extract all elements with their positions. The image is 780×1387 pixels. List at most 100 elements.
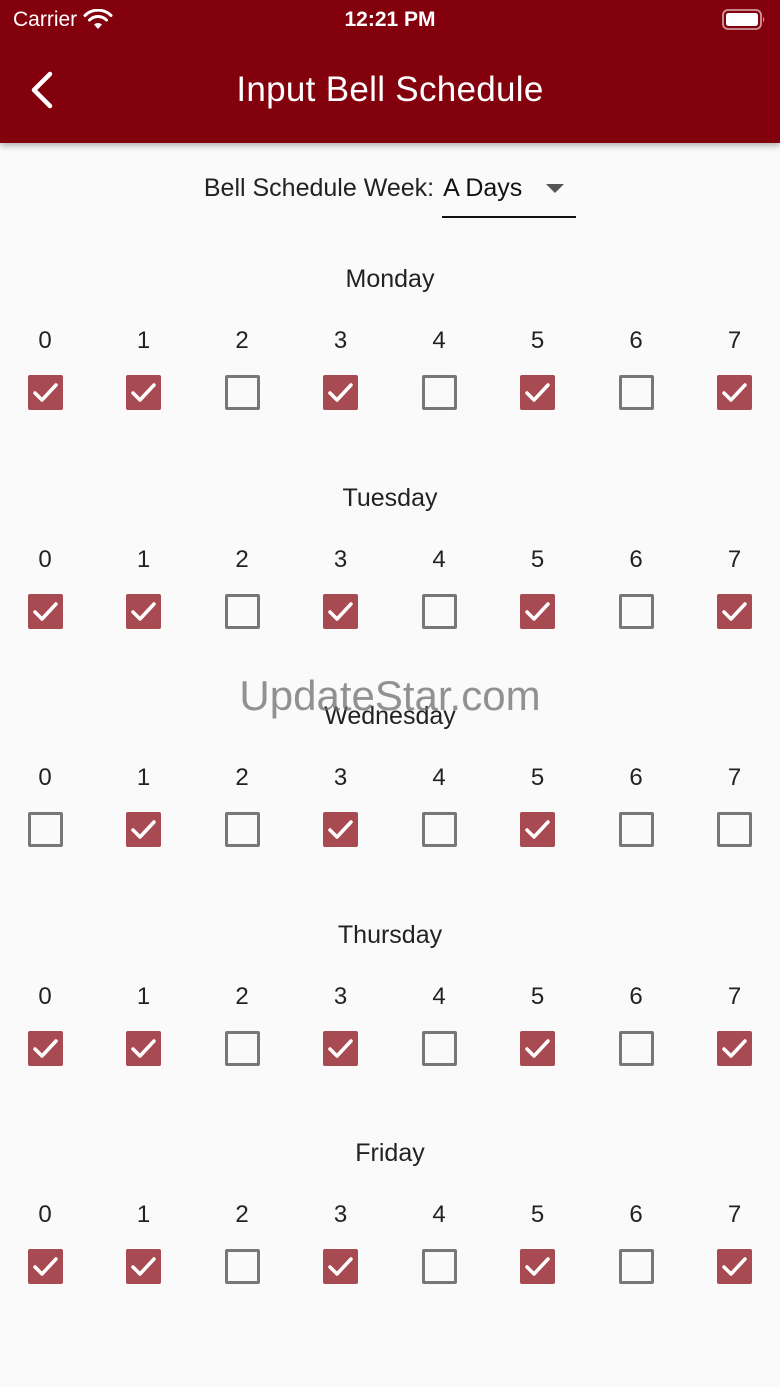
checkmark-icon [722,1038,747,1058]
period-checkbox-tuesday-4[interactable] [421,593,457,629]
period-label: 6 [629,764,643,791]
period-label: 1 [136,982,151,1010]
checkmark-icon [328,601,353,621]
day-section-monday: Monday 0 1 2 3 4 5 6 7 [0,265,780,445]
period-label: 7 [727,327,742,354]
period-label: 3 [333,327,348,354]
period-checkbox-tuesday-2[interactable] [224,593,260,629]
period-checkbox-row [0,593,780,634]
period-label: 6 [629,327,643,354]
period-label: 3 [333,1201,348,1228]
period-label: 0 [38,982,52,1010]
period-checkbox-tuesday-3[interactable] [323,593,358,629]
period-label: 4 [432,327,446,354]
day-title: Thursday [337,920,443,949]
period-label: 7 [727,764,742,791]
app-header: Carrier 12:21 PM Input Bell Schedule [0,0,780,143]
period-checkbox-thursday-7[interactable] [717,1030,752,1066]
period-checkbox-wednesday-5[interactable] [520,812,555,847]
period-label: 1 [136,1201,151,1228]
period-label: 2 [235,1201,249,1228]
period-checkbox-monday-4[interactable] [421,375,457,410]
period-label: 7 [727,545,742,573]
period-label: 7 [727,982,742,1010]
period-checkbox-tuesday-1[interactable] [126,593,161,629]
period-label: 3 [333,545,348,573]
period-checkbox-thursday-1[interactable] [126,1030,161,1066]
period-checkbox-thursday-6[interactable] [618,1030,654,1066]
period-checkbox-monday-3[interactable] [323,375,358,410]
period-checkbox-thursday-3[interactable] [323,1030,358,1066]
period-checkbox-friday-5[interactable] [520,1249,555,1284]
period-checkbox-wednesday-0[interactable] [27,812,63,847]
week-dropdown-value: A Days [443,174,523,202]
period-label: 4 [432,545,446,573]
day-section-thursday: Thursday 0 1 2 3 4 5 6 7 [0,921,780,1101]
period-label: 6 [629,1201,643,1228]
period-checkbox-wednesday-4[interactable] [421,812,457,847]
page-title: Input Bell Schedule [236,70,544,109]
day-title: Friday [355,1139,425,1167]
period-label: 2 [235,764,249,791]
period-checkbox-wednesday-6[interactable] [618,812,654,847]
period-label: 6 [629,545,643,573]
checkmark-icon [525,1038,550,1058]
checkmark-icon [525,1257,550,1276]
period-labels-row: 0 1 2 3 4 5 6 7 [0,327,780,357]
period-checkbox-friday-6[interactable] [618,1249,654,1284]
period-checkbox-wednesday-7[interactable] [717,812,752,847]
period-checkbox-friday-3[interactable] [323,1249,358,1284]
period-checkbox-thursday-4[interactable] [421,1030,457,1066]
period-checkbox-tuesday-6[interactable] [618,593,654,629]
period-checkbox-row [0,1249,780,1289]
day-title: Tuesday [342,483,438,512]
period-label: 2 [235,545,249,573]
period-checkbox-friday-7[interactable] [717,1249,752,1284]
period-labels-row: 0 1 2 3 4 5 6 7 [0,764,780,794]
week-selector-label: Bell Schedule Week: [203,174,435,202]
period-checkbox-thursday-0[interactable] [27,1030,63,1066]
period-checkbox-tuesday-0[interactable] [27,593,63,629]
battery-icon [722,9,765,30]
period-checkbox-thursday-5[interactable] [520,1030,555,1066]
period-checkbox-monday-6[interactable] [618,375,654,410]
checkmark-icon [131,1038,156,1058]
checkmark-icon [32,1257,58,1276]
period-checkbox-tuesday-5[interactable] [520,593,555,629]
period-checkbox-wednesday-1[interactable] [126,812,161,847]
period-label: 1 [136,545,151,573]
week-dropdown[interactable]: A Days [442,170,577,218]
period-checkbox-monday-1[interactable] [126,375,161,410]
checkmark-icon [328,1038,353,1058]
period-checkbox-thursday-2[interactable] [224,1030,260,1066]
period-checkbox-friday-1[interactable] [126,1249,161,1284]
period-label: 5 [530,545,545,573]
period-label: 2 [235,982,249,1010]
period-checkbox-friday-2[interactable] [224,1249,260,1284]
period-checkbox-monday-7[interactable] [717,375,752,410]
checkmark-icon [131,1257,156,1276]
period-checkbox-wednesday-3[interactable] [323,812,358,847]
checkmark-icon [32,383,58,402]
period-checkbox-tuesday-7[interactable] [717,593,752,629]
checkmark-icon [525,383,550,402]
period-label: 3 [333,764,348,791]
period-label: 0 [38,764,52,791]
period-checkbox-monday-2[interactable] [224,375,260,410]
period-checkbox-monday-5[interactable] [520,375,555,410]
checkmark-icon [131,383,156,402]
period-checkbox-friday-0[interactable] [27,1249,63,1284]
period-checkbox-wednesday-2[interactable] [224,812,260,847]
period-label: 2 [235,327,249,354]
period-label: 7 [727,1201,742,1228]
checkmark-icon [32,1038,58,1058]
period-checkbox-monday-0[interactable] [27,375,63,410]
period-checkbox-friday-4[interactable] [421,1249,457,1284]
period-label: 3 [333,982,348,1010]
status-time: 12:21 PM [344,8,436,31]
period-label: 4 [432,982,446,1010]
period-checkbox-row [0,812,780,852]
checkmark-icon [328,1257,353,1276]
checkmark-icon [525,601,550,621]
checkmark-icon [32,601,58,621]
